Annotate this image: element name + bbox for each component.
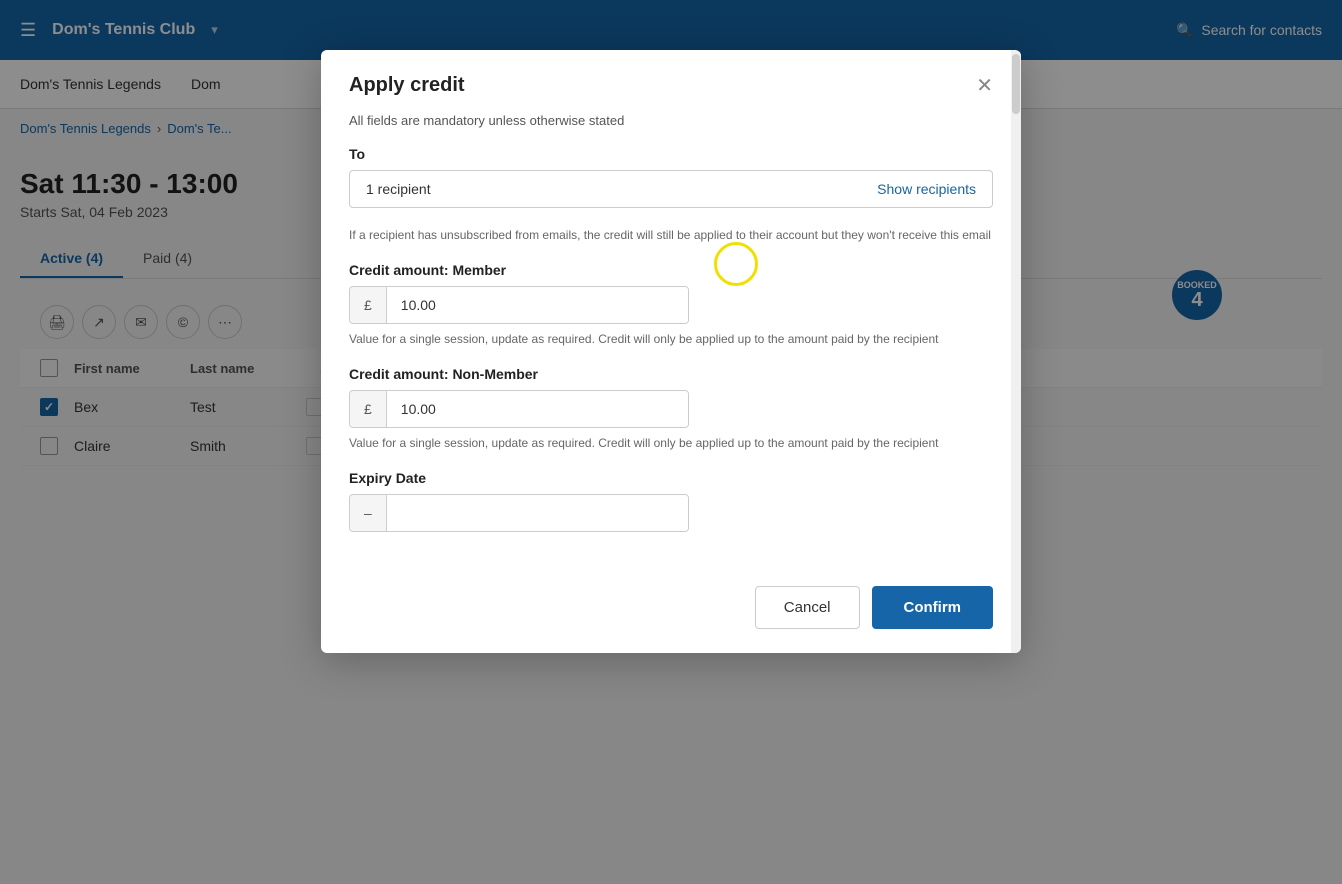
expiry-input-group: – [349, 494, 689, 532]
recipient-text: 1 recipient [366, 181, 431, 197]
confirm-button[interactable]: Confirm [872, 586, 994, 629]
recipient-box: 1 recipient Show recipients [349, 170, 993, 208]
currency-symbol-nonmember: £ [350, 391, 387, 427]
mandatory-text: All fields are mandatory unless otherwis… [349, 113, 993, 128]
expiry-dash: – [350, 495, 387, 531]
close-button[interactable]: ✕ [976, 76, 993, 96]
currency-symbol-member: £ [350, 287, 387, 323]
expiry-field[interactable] [387, 495, 688, 531]
unsubscribe-note: If a recipient has unsubscribed from ema… [349, 226, 993, 244]
credit-nonmember-hint: Value for a single session, update as re… [349, 434, 993, 452]
credit-member-label: Credit amount: Member [349, 262, 993, 278]
show-recipients-link[interactable]: Show recipients [877, 181, 976, 197]
credit-nonmember-field[interactable] [387, 391, 688, 427]
cancel-button[interactable]: Cancel [755, 586, 860, 629]
credit-member-hint: Value for a single session, update as re… [349, 330, 993, 348]
expiry-label: Expiry Date [349, 470, 993, 486]
credit-member-input-group: £ [349, 286, 689, 324]
credit-nonmember-input-group: £ [349, 390, 689, 428]
modal-title: Apply credit [349, 74, 465, 97]
credit-member-field[interactable] [387, 287, 688, 323]
credit-nonmember-label: Credit amount: Non-Member [349, 366, 993, 382]
to-label: To [349, 146, 993, 162]
apply-credit-modal: Apply credit ✕ All fields are mandatory … [321, 50, 1021, 653]
